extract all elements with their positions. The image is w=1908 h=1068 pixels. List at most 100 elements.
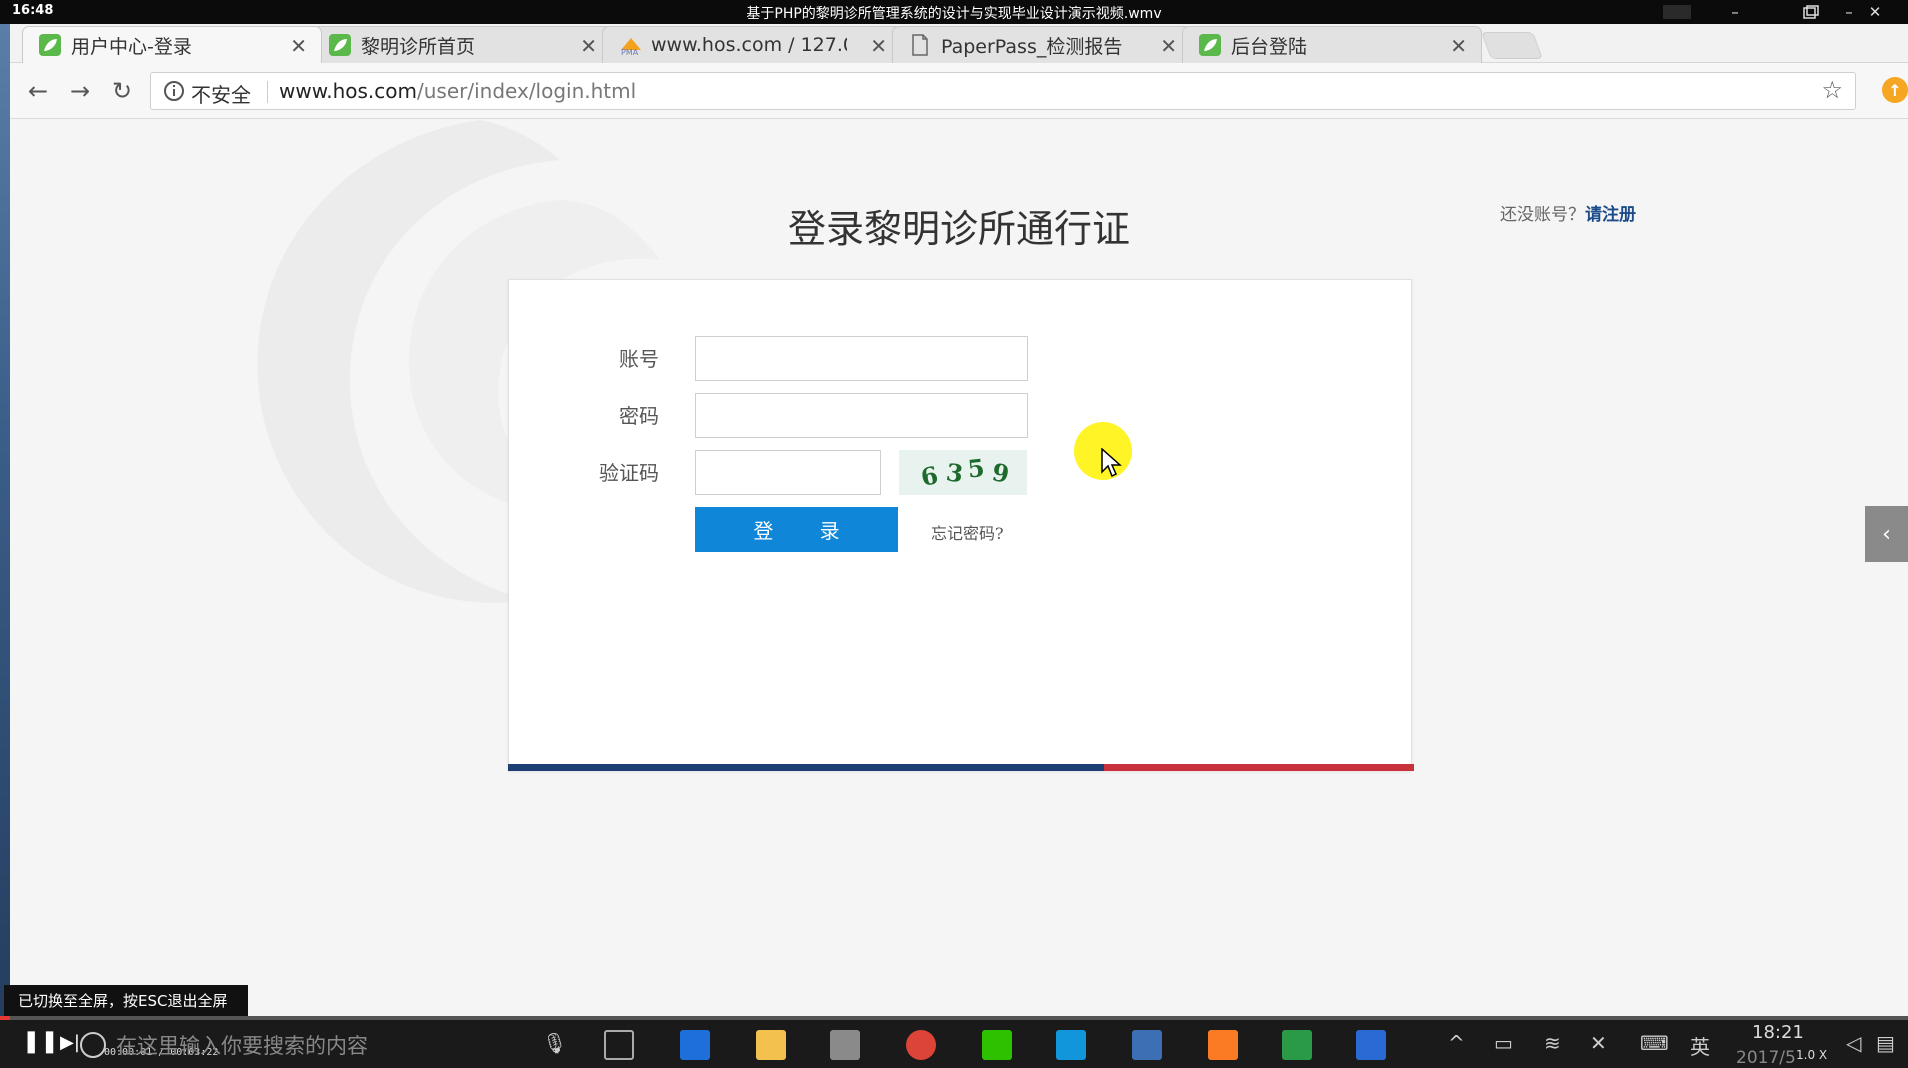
tray-time[interactable]: 18:21 xyxy=(1752,1022,1804,1043)
xampp-icon[interactable] xyxy=(1208,1030,1238,1060)
player-restore-icon[interactable] xyxy=(1794,0,1828,24)
cortana-icon xyxy=(80,1032,106,1058)
tab-label: PaperPass_检测报告 xyxy=(941,35,1123,58)
forgot-password-link[interactable]: 忘记密码? xyxy=(931,520,1004,544)
login-button[interactable]: 登 录 xyxy=(695,507,898,552)
address-bar[interactable]: 不安全 www.hos.com/user/index/login.html ☆ xyxy=(150,72,1856,110)
captcha-char: 3 xyxy=(944,457,965,488)
leaf-icon xyxy=(39,34,61,56)
player-close-icon[interactable]: ✕ xyxy=(1858,0,1892,24)
wps-sheet-icon[interactable] xyxy=(1282,1030,1312,1060)
fullscreen-toast: 已切换至全屏，按ESC退出全屏 xyxy=(4,985,248,1016)
captcha-image[interactable]: 6 3 5 9 xyxy=(899,450,1027,495)
chrome-icon[interactable] xyxy=(906,1030,936,1060)
register-prompt-text: 还没账号？ xyxy=(1500,205,1585,225)
tab-user-login[interactable]: 用户中心-登录 ✕ xyxy=(22,26,322,63)
info-icon[interactable] xyxy=(163,80,185,102)
keyboard-icon[interactable]: ⌨ xyxy=(1640,1031,1669,1055)
tab-label: 用户中心-登录 xyxy=(71,35,192,58)
register-link[interactable]: 请注册 xyxy=(1585,205,1636,225)
omnibox-divider xyxy=(267,81,268,103)
tab-clinic-home[interactable]: 黎明诊所首页 ✕ xyxy=(312,26,612,63)
svg-text:PMA: PMA xyxy=(621,48,639,56)
login-card: 账号 密码 验证码 6 3 5 9 登 录 忘记密码? xyxy=(508,279,1414,771)
tab-paperpass[interactable]: PaperPass_检测报告 ✕ xyxy=(892,26,1192,63)
mute-icon[interactable]: ✕ xyxy=(1590,1031,1607,1055)
update-icon[interactable]: ↑ xyxy=(1882,77,1908,103)
wps-writer-icon[interactable] xyxy=(1356,1030,1386,1060)
captcha-label: 验证码 xyxy=(599,461,659,485)
password-input[interactable] xyxy=(695,393,1028,438)
search-placeholder: 在这里输入你要搜索的内容 xyxy=(116,1034,368,1058)
wechat-icon[interactable] xyxy=(982,1030,1012,1060)
leaf-icon xyxy=(1199,34,1221,56)
wifi-icon[interactable]: ≋ xyxy=(1544,1031,1561,1055)
video-progress-fill xyxy=(0,1016,10,1020)
qq-icon[interactable] xyxy=(1056,1030,1086,1060)
next-icon[interactable]: ▶| xyxy=(60,1032,80,1053)
chevron-left-icon: ‹ xyxy=(1882,521,1891,547)
side-panel-toggle[interactable]: ‹ xyxy=(1865,506,1908,562)
mouse-pointer-icon xyxy=(1101,448,1122,478)
close-icon[interactable]: ✕ xyxy=(1450,34,1467,58)
leaf-icon xyxy=(329,34,351,56)
tab-phpmyadmin[interactable]: PMA www.hos.com / 127.0.0 ✕ xyxy=(602,26,902,63)
close-icon[interactable]: ✕ xyxy=(1160,34,1177,58)
password-label: 密码 xyxy=(619,404,659,428)
file-explorer-icon[interactable] xyxy=(756,1030,786,1060)
url-path: /user/index/login.html xyxy=(417,79,637,103)
captcha-char: 5 xyxy=(966,453,986,484)
captcha-input[interactable] xyxy=(695,450,881,495)
browser-tab-strip: 用户中心-登录 ✕ 黎明诊所首页 ✕ PMA www.hos.com / 127… xyxy=(10,24,1908,63)
close-icon[interactable]: ✕ xyxy=(290,34,307,58)
tab-admin-login[interactable]: 后台登陆 ✕ xyxy=(1182,26,1482,63)
security-status[interactable]: 不安全 xyxy=(191,79,251,108)
captcha-char: 6 xyxy=(918,460,940,492)
tab-label: 后台登陆 xyxy=(1231,35,1308,58)
screen: 16:48 基于PHP的黎明诊所管理系统的设计与实现毕业设计演示视频.wmv –… xyxy=(0,0,1908,1068)
player-title-bar: 16:48 基于PHP的黎明诊所管理系统的设计与实现毕业设计演示视频.wmv –… xyxy=(0,0,1908,24)
playback-speed[interactable]: 1.0 X xyxy=(1796,1048,1827,1062)
bookmark-star-icon[interactable]: ☆ xyxy=(1821,76,1843,104)
video-progress-bar[interactable] xyxy=(0,1016,1908,1020)
task-view-icon[interactable] xyxy=(604,1030,634,1060)
ime-indicator[interactable]: 英 xyxy=(1690,1031,1710,1060)
taskbar: ❚❚ ▶| 00:00:01 / 00:03:22 在这里输入你要搜索的内容 🎙… xyxy=(0,1016,1908,1068)
player-minimize-icon[interactable]: – xyxy=(1718,0,1752,24)
new-tab-button[interactable] xyxy=(1481,32,1543,59)
url-host: www.hos.com xyxy=(279,79,417,103)
player-video-title: 基于PHP的黎明诊所管理系统的设计与实现毕业设计演示视频.wmv xyxy=(746,6,1162,22)
card-accent-bar-red xyxy=(1104,764,1414,771)
url-text[interactable]: www.hos.com/user/index/login.html xyxy=(279,79,636,103)
battery-icon[interactable]: ▭ xyxy=(1494,1031,1513,1055)
close-icon[interactable]: ✕ xyxy=(580,34,597,58)
browser-toolbar: ← → ↻ 不安全 www.hos.com/user/index/login.h… xyxy=(10,63,1908,119)
edge-browser-icon[interactable] xyxy=(680,1030,710,1060)
document-icon xyxy=(909,34,931,56)
tab-label: www.hos.com / 127.0.0 xyxy=(651,34,847,56)
pause-icon[interactable]: ❚❚ xyxy=(22,1029,59,1054)
taskbar-search[interactable]: 在这里输入你要搜索的内容 xyxy=(80,1030,368,1060)
phpmyadmin-icon: PMA xyxy=(619,34,641,56)
forward-arrow-icon[interactable]: → xyxy=(66,77,94,105)
tray-date[interactable]: 2017/5 xyxy=(1736,1048,1796,1068)
register-prompt: 还没账号？请注册 xyxy=(1500,200,1636,225)
store-icon[interactable] xyxy=(830,1030,860,1060)
login-page: 登录黎明诊所通行证 还没账号？请注册 账号 密码 验证码 6 3 5 9 登 录… xyxy=(10,120,1908,1016)
notification-icon[interactable]: ▤ xyxy=(1876,1031,1895,1055)
volume-icon[interactable]: ◁ xyxy=(1846,1031,1861,1055)
close-icon[interactable]: ✕ xyxy=(870,34,887,58)
tab-label: 黎明诊所首页 xyxy=(361,35,476,58)
app-icon[interactable] xyxy=(1132,1030,1162,1060)
captcha-code: 6 3 5 9 xyxy=(918,453,1011,492)
microphone-icon[interactable]: 🎙 xyxy=(542,1031,567,1055)
captcha-char: 9 xyxy=(990,457,1011,488)
player-mini-icon[interactable] xyxy=(1660,0,1694,24)
card-accent-bar-blue xyxy=(508,764,1104,771)
desktop-wallpaper-edge xyxy=(0,24,10,1024)
reload-icon[interactable]: ↻ xyxy=(108,77,136,105)
account-input[interactable] xyxy=(695,336,1028,381)
chevron-up-icon[interactable]: ^ xyxy=(1448,1031,1465,1055)
back-arrow-icon[interactable]: ← xyxy=(24,77,52,105)
account-label: 账号 xyxy=(619,347,659,371)
